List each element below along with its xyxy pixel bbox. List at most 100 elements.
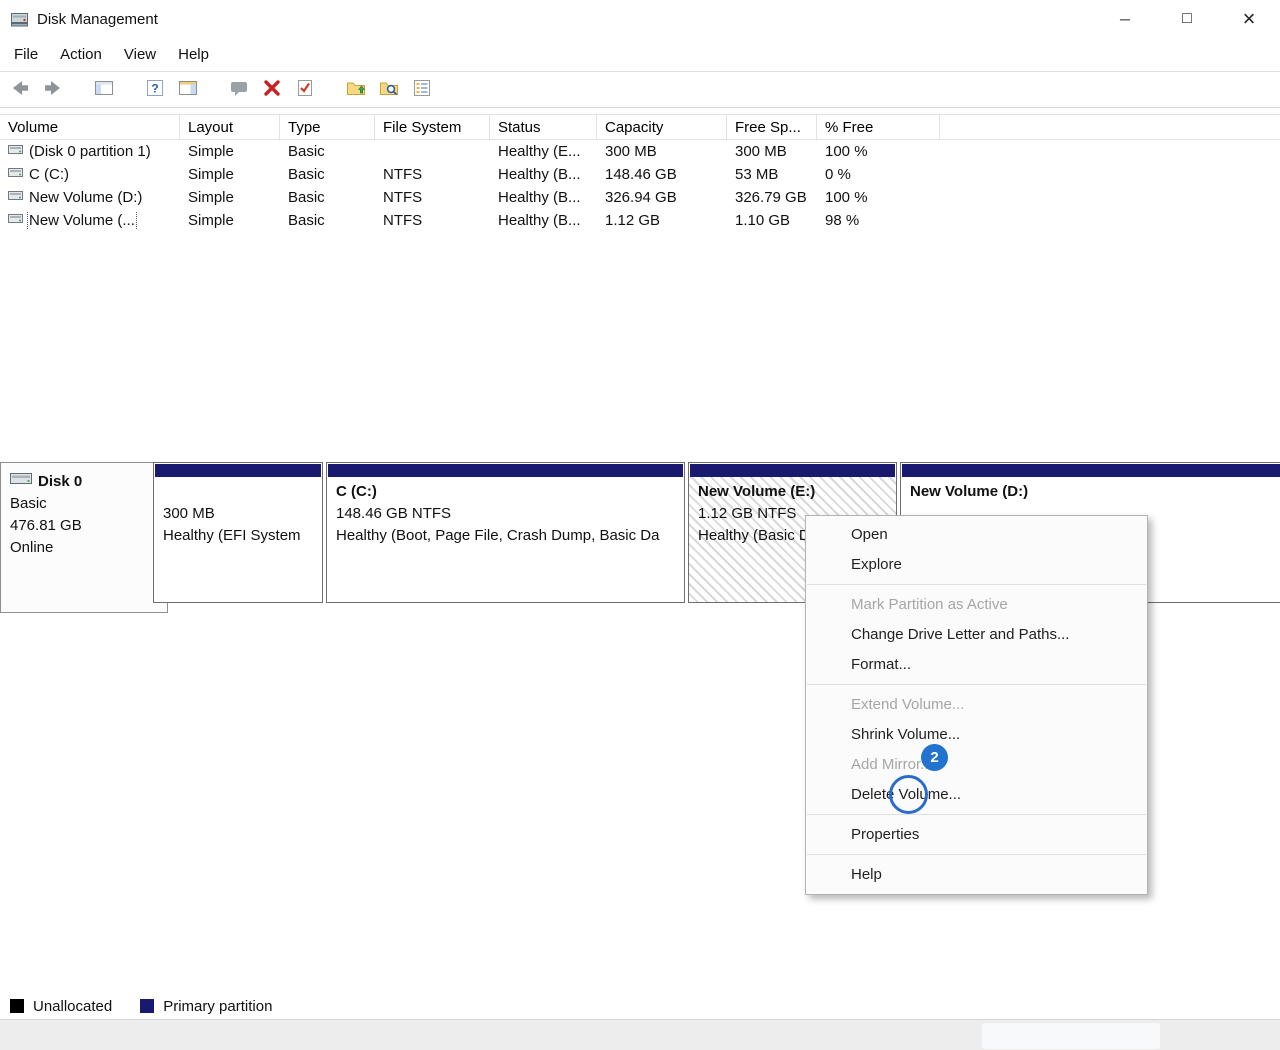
column-header-capacity[interactable]: Capacity: [597, 115, 727, 139]
console-window-button[interactable]: [226, 77, 252, 103]
cell-layout: Simple: [180, 212, 280, 229]
volume-icon: [8, 143, 23, 160]
console-tree-icon: [93, 77, 115, 103]
volume-name: (Disk 0 partition 1): [29, 143, 151, 160]
context-menu-item-explore[interactable]: Explore: [806, 550, 1147, 580]
cell-pct-free: 100 %: [817, 143, 940, 160]
partition-context-menu: Open Explore Mark Partition as Active Ch…: [805, 515, 1148, 895]
task-list-icon: [411, 77, 433, 103]
partition-status: Healthy (Boot, Page File, Crash Dump, Ba…: [336, 525, 675, 547]
column-header-file-system[interactable]: File System: [375, 115, 490, 139]
partition-title: New Volume (D:): [910, 481, 1277, 503]
disk-type: Basic: [10, 493, 161, 515]
primary-partition-swatch: [140, 999, 154, 1013]
column-header-layout[interactable]: Layout: [180, 115, 280, 139]
menu-file[interactable]: File: [3, 46, 49, 63]
delete-icon: [261, 77, 283, 103]
window-title: Disk Management: [37, 11, 158, 28]
partition-title: [163, 481, 313, 503]
maximize-button[interactable]: □: [1156, 0, 1218, 38]
cell-status: Healthy (B...: [490, 189, 597, 206]
context-menu-item-delete-volume[interactable]: Delete Volume...: [806, 780, 1147, 810]
task-list-button[interactable]: [409, 77, 435, 103]
volume-list: Volume Layout Type File System Status Ca…: [0, 114, 1280, 447]
column-header-pct-free[interactable]: % Free: [817, 115, 940, 139]
legend: Unallocated Primary partition: [10, 995, 272, 1017]
cell-pct-free: 0 %: [817, 166, 940, 183]
cell-status: Healthy (B...: [490, 166, 597, 183]
menu-action[interactable]: Action: [49, 46, 113, 63]
context-menu-separator: [807, 854, 1146, 855]
context-menu-item-help[interactable]: Help: [806, 860, 1147, 890]
task-check-button[interactable]: [292, 77, 318, 103]
open-folder-button[interactable]: [343, 77, 369, 103]
context-menu-separator: [807, 814, 1146, 815]
window-controls: ─ □ ×: [1094, 0, 1280, 38]
action-pane-icon: [177, 77, 199, 103]
minimize-button[interactable]: ─: [1094, 0, 1156, 38]
show-console-tree-button[interactable]: [91, 77, 117, 103]
task-check-icon: [294, 77, 316, 103]
menu-help[interactable]: Help: [167, 46, 220, 63]
context-menu-item-extend-volume: Extend Volume...: [806, 690, 1147, 720]
delete-button[interactable]: [259, 77, 285, 103]
cell-layout: Simple: [180, 166, 280, 183]
context-menu-item-change-drive-letter[interactable]: Change Drive Letter and Paths...: [806, 620, 1147, 650]
disk-management-icon: [11, 12, 28, 27]
volume-row-c[interactable]: C (C:) Simple Basic NTFS Healthy (B... 1…: [0, 163, 1280, 186]
show-action-pane-button[interactable]: [175, 77, 201, 103]
context-menu-separator: [807, 684, 1146, 685]
volume-list-header: Volume Layout Type File System Status Ca…: [0, 114, 1280, 140]
console-window-icon: [228, 77, 250, 103]
legend-label-unallocated: Unallocated: [33, 998, 112, 1015]
folder-search-icon: [378, 77, 400, 103]
folder-open-icon: [345, 77, 367, 103]
cell-free-space: 1.10 GB: [727, 212, 817, 229]
volume-row-efi[interactable]: (Disk 0 partition 1) Simple Basic Health…: [0, 140, 1280, 163]
disk-name: Disk 0: [38, 471, 82, 493]
primary-partition-color-strip: [902, 464, 1280, 477]
column-header-status[interactable]: Status: [490, 115, 597, 139]
legend-label-primary-partition: Primary partition: [163, 998, 272, 1015]
toolbar-separator: [208, 89, 219, 90]
disk-icon: [10, 471, 32, 493]
cell-type: Basic: [280, 189, 375, 206]
cell-type: Basic: [280, 212, 375, 229]
unallocated-swatch: [10, 999, 24, 1013]
partition-title: New Volume (E:): [698, 481, 887, 503]
cell-status: Healthy (B...: [490, 212, 597, 229]
partition-size: 148.46 GB NTFS: [336, 503, 675, 525]
menu-view[interactable]: View: [113, 46, 167, 63]
close-icon: ×: [1243, 6, 1256, 32]
find-folder-button[interactable]: [376, 77, 402, 103]
cell-capacity: 300 MB: [597, 143, 727, 160]
cell-status: Healthy (E...: [490, 143, 597, 160]
cell-file-system: NTFS: [375, 189, 490, 206]
column-header-volume[interactable]: Volume: [0, 115, 180, 139]
click-target-ring: [889, 775, 928, 814]
help-button[interactable]: ?: [142, 77, 168, 103]
partition-title: C (C:): [336, 481, 675, 503]
context-menu-item-properties[interactable]: Properties: [806, 820, 1147, 850]
partition-c[interactable]: C (C:) 148.46 GB NTFS Healthy (Boot, Pag…: [326, 462, 685, 603]
close-button[interactable]: ×: [1218, 0, 1280, 38]
cell-capacity: 326.94 GB: [597, 189, 727, 206]
back-button[interactable]: [7, 77, 33, 103]
title-bar: Disk Management ─ □ ×: [0, 0, 1280, 38]
context-menu-item-open[interactable]: Open: [806, 520, 1147, 550]
column-header-free-space[interactable]: Free Sp...: [727, 115, 817, 139]
cell-capacity: 148.46 GB: [597, 166, 727, 183]
volume-row-d[interactable]: New Volume (D:) Simple Basic NTFS Health…: [0, 186, 1280, 209]
forward-icon: [42, 77, 64, 103]
toolbar: ?: [0, 71, 1280, 108]
bottom-highlight: [982, 1023, 1160, 1049]
forward-button[interactable]: [40, 77, 66, 103]
column-header-type[interactable]: Type: [280, 115, 375, 139]
context-menu-item-shrink-volume[interactable]: Shrink Volume...: [806, 720, 1147, 750]
context-menu-item-format[interactable]: Format...: [806, 650, 1147, 680]
partition-efi[interactable]: 300 MB Healthy (EFI System: [153, 462, 323, 603]
disk0-panel[interactable]: Disk 0 Basic 476.81 GB Online: [0, 462, 168, 613]
partition-size: 300 MB: [163, 503, 313, 525]
volume-row-e[interactable]: New Volume (... Simple Basic NTFS Health…: [0, 209, 1280, 232]
svg-text:?: ?: [151, 81, 158, 95]
